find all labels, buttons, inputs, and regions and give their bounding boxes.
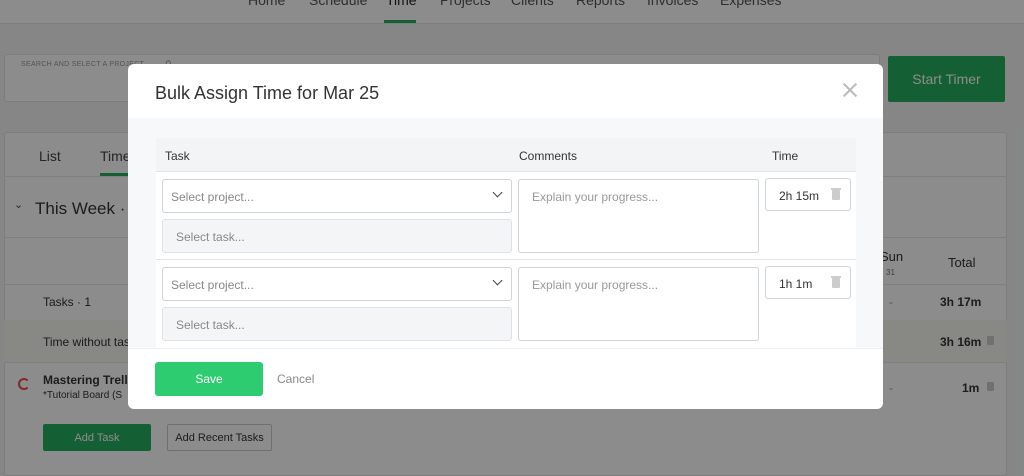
modal-title: Bulk Assign Time for Mar 25: [155, 83, 380, 103]
project-select[interactable]: Select project...: [162, 267, 512, 301]
task-select-value: Select task...: [176, 318, 245, 332]
col-task-header: Task: [165, 149, 190, 163]
project-select-value: Select project...: [171, 278, 254, 292]
save-button[interactable]: Save: [155, 362, 263, 396]
chevron-down-icon: [492, 187, 503, 198]
trash-icon[interactable]: [831, 188, 841, 200]
comment-placeholder: Explain your progress...: [532, 278, 659, 292]
task-select[interactable]: Select task...: [162, 307, 512, 341]
time-value: 2h 15m: [779, 189, 820, 203]
time-input[interactable]: 1h 1m: [765, 266, 851, 299]
comment-textarea[interactable]: Explain your progress...: [518, 179, 759, 253]
project-select[interactable]: Select project...: [162, 179, 512, 213]
time-input[interactable]: 2h 15m: [765, 178, 851, 211]
chevron-down-icon: [492, 275, 503, 286]
comment-placeholder: Explain your progress...: [532, 190, 659, 204]
footer-divider: [128, 348, 883, 349]
col-time-header: Time: [772, 149, 799, 163]
task-select[interactable]: Select task...: [162, 219, 512, 253]
task-select-value: Select task...: [176, 230, 245, 244]
comment-textarea[interactable]: Explain your progress...: [518, 267, 759, 341]
cancel-button[interactable]: Cancel: [277, 372, 314, 386]
bulk-assign-modal: Bulk Assign Time for Mar 25 Task Comment…: [128, 64, 883, 409]
trash-icon[interactable]: [831, 276, 841, 288]
col-comments-header: Comments: [519, 149, 578, 163]
project-select-value: Select project...: [171, 190, 254, 204]
time-value: 1h 1m: [779, 277, 813, 291]
row-divider: [156, 259, 856, 260]
close-icon[interactable]: [840, 80, 860, 100]
table-header: Task Comments Time: [156, 138, 856, 172]
